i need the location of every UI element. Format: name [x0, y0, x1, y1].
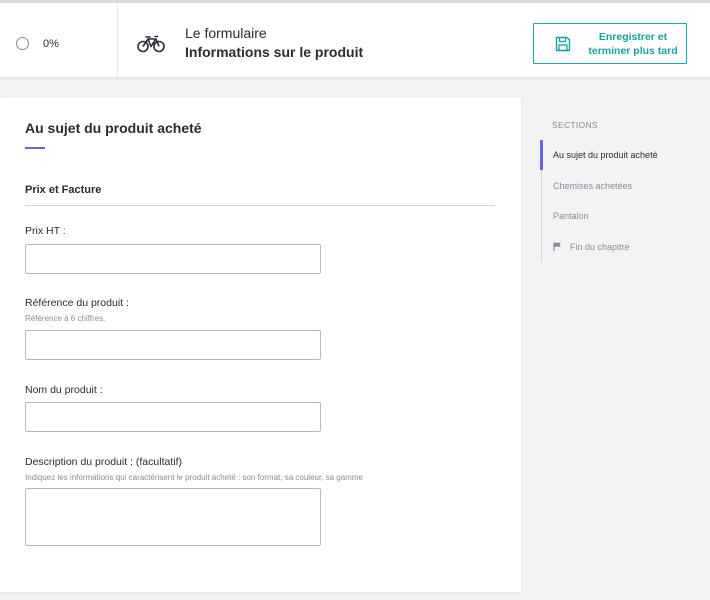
- section-heading: Prix et Facture: [25, 184, 102, 196]
- section-item-trousers[interactable]: Pantalon: [553, 211, 589, 221]
- product-reference-input[interactable]: [25, 330, 321, 360]
- product-name-label: Nom du produit :: [25, 384, 103, 396]
- section-item-product[interactable]: Au sujet du produit acheté: [553, 150, 658, 160]
- floppy-disk-icon: [555, 36, 571, 52]
- price-input[interactable]: [25, 244, 321, 274]
- section-item-chapter-end[interactable]: Fin du chapitre: [570, 242, 630, 252]
- save-button-label: Enregistrer et terminer plus tard: [588, 30, 678, 58]
- flag-icon: [553, 242, 561, 251]
- progress-circle-icon: [16, 37, 29, 50]
- progress-percent: 0%: [43, 38, 59, 50]
- page-title: Au sujet du produit acheté: [25, 120, 202, 136]
- title-underline: [25, 147, 45, 149]
- save-button-label-line2: terminer plus tard: [588, 45, 678, 57]
- form-card: Au sujet du produit acheté Prix et Factu…: [0, 98, 521, 592]
- form-title: Informations sur le produit: [185, 44, 364, 60]
- form-label: Le formulaire: [185, 25, 267, 41]
- product-description-textarea[interactable]: [25, 488, 321, 546]
- save-and-finish-later-button[interactable]: Enregistrer et terminer plus tard: [533, 23, 687, 64]
- top-header: 0% Le formulaire Informations sur le pro…: [0, 0, 710, 78]
- product-reference-hint: Référence à 6 chiffres.: [25, 314, 106, 323]
- product-description-label: Description du produit : (facultatif): [25, 456, 182, 468]
- section-divider: [25, 205, 495, 206]
- section-item-shirts[interactable]: Chemises achetées: [553, 181, 632, 191]
- bicycle-icon: [137, 35, 165, 53]
- progress-indicator: 0%: [0, 3, 118, 78]
- product-name-input[interactable]: [25, 402, 321, 432]
- product-description-hint: Indiquez les informations qui caractéris…: [25, 473, 363, 482]
- price-label: Prix HT :: [25, 225, 66, 237]
- sections-nav-title: SECTIONS: [552, 120, 598, 130]
- save-button-label-line1: Enregistrer et: [598, 31, 668, 43]
- product-reference-label: Référence du produit :: [25, 297, 129, 309]
- sections-active-indicator: [540, 140, 543, 170]
